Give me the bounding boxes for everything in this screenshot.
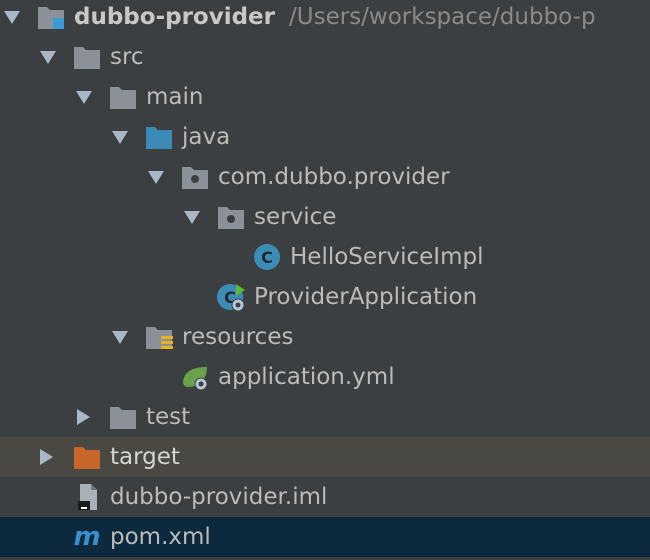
tree-row-application-yml[interactable]: application.yml bbox=[0, 357, 650, 397]
expand-arrow-icon[interactable] bbox=[112, 331, 128, 344]
tree-item-label: service bbox=[254, 204, 337, 230]
root-module-name: dubbo-provider bbox=[74, 4, 276, 30]
tree-item-label: dubbo-provider.iml bbox=[110, 484, 328, 510]
tree-row-src[interactable]: src bbox=[0, 37, 650, 77]
module-folder-icon bbox=[38, 7, 64, 29]
package-icon bbox=[182, 167, 208, 189]
expand-arrow-icon[interactable] bbox=[112, 131, 128, 144]
collapse-arrow-icon[interactable] bbox=[40, 449, 53, 465]
tree-row-main[interactable]: main bbox=[0, 77, 650, 117]
tree-row-root[interactable]: dubbo-provider/Users/workspace/dubbo-p bbox=[0, 0, 650, 37]
tree-item-label: src bbox=[110, 44, 144, 70]
excluded-folder-icon bbox=[74, 447, 100, 469]
package-icon bbox=[218, 207, 244, 229]
tree-item-label: java bbox=[182, 124, 231, 150]
tree-item-label: resources bbox=[182, 324, 294, 350]
tree-item-label: pom.xml bbox=[110, 524, 211, 550]
resources-folder-icon bbox=[146, 327, 173, 349]
collapse-arrow-icon[interactable] bbox=[77, 409, 90, 425]
tree-row-java[interactable]: java bbox=[0, 117, 650, 157]
expand-arrow-icon[interactable] bbox=[76, 91, 92, 104]
spring-config-icon bbox=[183, 367, 208, 391]
tree-item-label: ProviderApplication bbox=[254, 284, 478, 310]
iml-file-icon bbox=[78, 484, 97, 510]
expand-arrow-icon[interactable] bbox=[148, 171, 164, 184]
expand-arrow-icon[interactable] bbox=[4, 11, 20, 24]
tree-item-label: HelloServiceImpl bbox=[290, 244, 484, 270]
svg-text:C: C bbox=[261, 248, 273, 267]
java-class-icon: C bbox=[254, 244, 280, 270]
tree-row-package[interactable]: com.dubbo.provider bbox=[0, 157, 650, 197]
folder-icon bbox=[110, 87, 136, 109]
tree-row-provider-application[interactable]: C ProviderApplication bbox=[0, 277, 650, 317]
root-module-path: /Users/workspace/dubbo-p bbox=[289, 4, 596, 30]
tree-item-label: main bbox=[146, 84, 204, 110]
tree-item-label: target bbox=[110, 444, 180, 470]
root-module-label: dubbo-provider/Users/workspace/dubbo-p bbox=[74, 4, 596, 30]
maven-icon: m bbox=[73, 523, 100, 551]
tree-row-iml[interactable]: dubbo-provider.iml bbox=[0, 477, 650, 517]
tree-row-target[interactable]: target bbox=[0, 437, 650, 477]
tree-row-resources[interactable]: resources bbox=[0, 317, 650, 357]
folder-icon bbox=[110, 407, 136, 429]
expand-arrow-icon[interactable] bbox=[184, 211, 200, 224]
source-root-folder-icon bbox=[146, 127, 172, 149]
folder-icon bbox=[74, 47, 100, 69]
tree-row-hello-service-impl[interactable]: C HelloServiceImpl bbox=[0, 237, 650, 277]
tree-row-service[interactable]: service bbox=[0, 197, 650, 237]
tree-item-label: application.yml bbox=[218, 364, 395, 390]
maven-icon-glyph: m bbox=[73, 523, 100, 551]
tree-item-label: com.dubbo.provider bbox=[218, 164, 450, 190]
tree-item-label: test bbox=[146, 404, 191, 430]
expand-arrow-icon[interactable] bbox=[40, 51, 56, 64]
tree-row-test[interactable]: test bbox=[0, 397, 650, 437]
spring-boot-class-icon: C bbox=[217, 284, 245, 311]
tree-row-pom[interactable]: m pom.xml bbox=[0, 517, 650, 557]
project-tree: dubbo-provider/Users/workspace/dubbo-p s… bbox=[0, 0, 650, 560]
